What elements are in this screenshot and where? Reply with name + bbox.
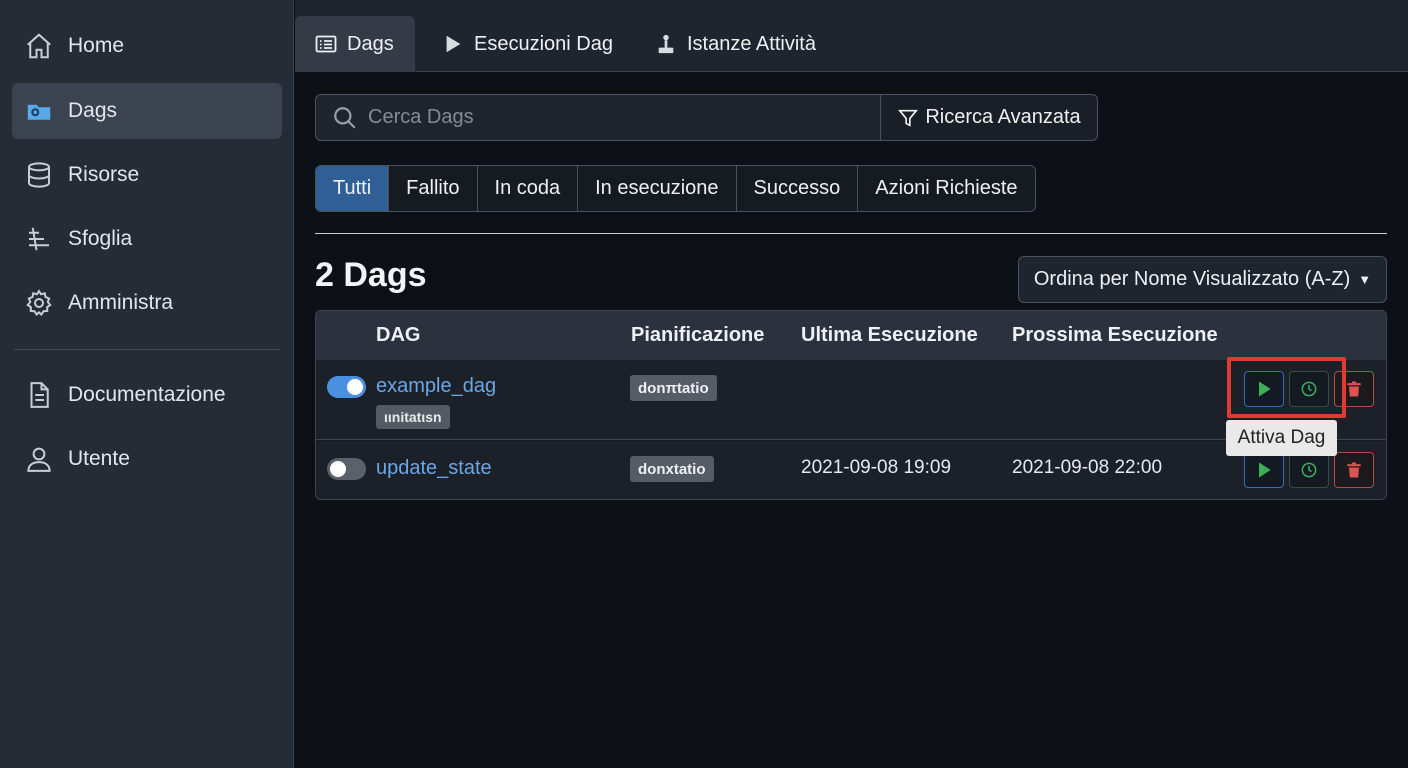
dag-name-link[interactable]: update_state [376,457,492,480]
advanced-search-label: Ricerca Avanzata [925,106,1081,128]
filter-icon [898,109,919,127]
task-icon [653,31,679,57]
dag-count-title: 2 Dags [315,256,427,294]
status-filter-group: Tutti Fallito In coda In esecuzione Succ… [315,165,1036,212]
clock-icon [1301,381,1317,397]
sidebar-item-home[interactable]: Home [12,18,282,74]
tooltip: Attiva Dag [1226,420,1337,456]
sort-label: Ordina per Nome Visualizzato (A-Z) [1033,268,1351,290]
toggle-knob [347,379,363,395]
trash-icon [1347,381,1361,397]
sidebar-item-utente[interactable]: Utente [12,431,282,487]
tab-dags[interactable]: Dags [295,16,415,72]
top-navigation: Dags Esecuzioni Dag Istanze Attività [295,0,1408,72]
table-header: DAG Pianificazione Ultima Esecuzione Pro… [316,311,1386,360]
sidebar-item-label: Amministra [68,291,174,314]
sort-dropdown[interactable]: Ordina per Nome Visualizzato (A-Z) ▼ [1018,256,1387,303]
column-header-pianificazione[interactable]: Pianificazione [631,324,764,347]
sidebar-item-label: Utente [68,447,130,470]
delete-dag-button[interactable] [1334,452,1374,488]
search-box [315,94,881,141]
play-icon [1259,381,1271,397]
sidebar: Home Dags Risorse Sfoglia Amministra Doc… [0,0,294,768]
sidebar-item-sfoglia[interactable]: Sfoglia [12,211,282,267]
sidebar-item-risorse[interactable]: Risorse [12,147,282,203]
dag-name-link[interactable]: example_dag [376,375,496,398]
separator [315,233,1387,234]
tab-label: Istanze Attività [687,32,816,55]
user-icon [22,442,56,476]
sidebar-divider [14,349,280,350]
column-header-ultima-esecuzione[interactable]: Ultima Esecuzione [801,324,978,347]
toggle-knob [330,461,346,477]
dag-enable-toggle[interactable] [327,376,366,398]
browse-icon [22,222,56,256]
trash-icon [1347,462,1361,478]
play-icon [440,31,466,57]
document-icon [22,378,56,412]
clock-icon [1301,462,1317,478]
database-icon [22,158,56,192]
filter-fallito[interactable]: Fallito [389,166,478,211]
search-input[interactable] [368,106,880,129]
filter-azioni-richieste[interactable]: Azioni Richieste [858,166,1035,211]
schedule-button[interactable] [1289,371,1329,407]
dag-table: DAG Pianificazione Ultima Esecuzione Pro… [315,310,1387,500]
schedule-badge: donxtatio [630,456,714,482]
next-run-value: 2021-09-08 22:00 [1012,457,1163,478]
schedule-badge: donπtatio [630,375,717,401]
last-run-value: 2021-09-08 19:09 [801,457,952,478]
dag-tag[interactable]: ιιnitatιsn [376,405,450,429]
schedule-button[interactable] [1289,452,1329,488]
search-icon [334,106,356,129]
trigger-dag-button[interactable] [1244,452,1284,488]
sidebar-item-label: Risorse [68,163,140,186]
filter-in-esecuzione[interactable]: In esecuzione [578,166,737,211]
trigger-dag-button[interactable] [1244,371,1284,407]
sidebar-item-amministra[interactable]: Amministra [12,275,282,331]
sidebar-item-label: Sfoglia [68,227,133,250]
column-header-prossima-esecuzione[interactable]: Prossima Esecuzione [1012,324,1218,347]
play-icon [1259,462,1271,478]
tab-label: Esecuzioni Dag [474,32,613,55]
tab-esecuzioni-dag[interactable]: Esecuzioni Dag [422,16,631,72]
home-icon [22,29,56,63]
tab-label: Dags [347,32,394,55]
advanced-search-button[interactable]: Ricerca Avanzata [880,94,1098,141]
delete-dag-button[interactable] [1334,371,1374,407]
list-icon [313,31,339,57]
filter-tutti[interactable]: Tutti [316,166,390,211]
sidebar-item-label: Documentazione [68,383,226,406]
filter-in-coda[interactable]: In coda [477,166,579,211]
sidebar-item-label: Dags [68,99,118,122]
dags-icon [22,94,56,128]
column-header-dag[interactable]: DAG [376,324,420,347]
gear-icon [22,286,56,320]
tab-istanze-attivita[interactable]: Istanze Attività [635,16,834,72]
sidebar-item-documentazione[interactable]: Documentazione [12,367,282,423]
caret-down-icon: ▼ [1358,272,1372,287]
sidebar-item-label: Home [68,34,125,57]
filter-successo[interactable]: Successo [736,166,859,211]
dag-enable-toggle[interactable] [327,458,366,480]
sidebar-item-dags[interactable]: Dags [12,83,282,139]
